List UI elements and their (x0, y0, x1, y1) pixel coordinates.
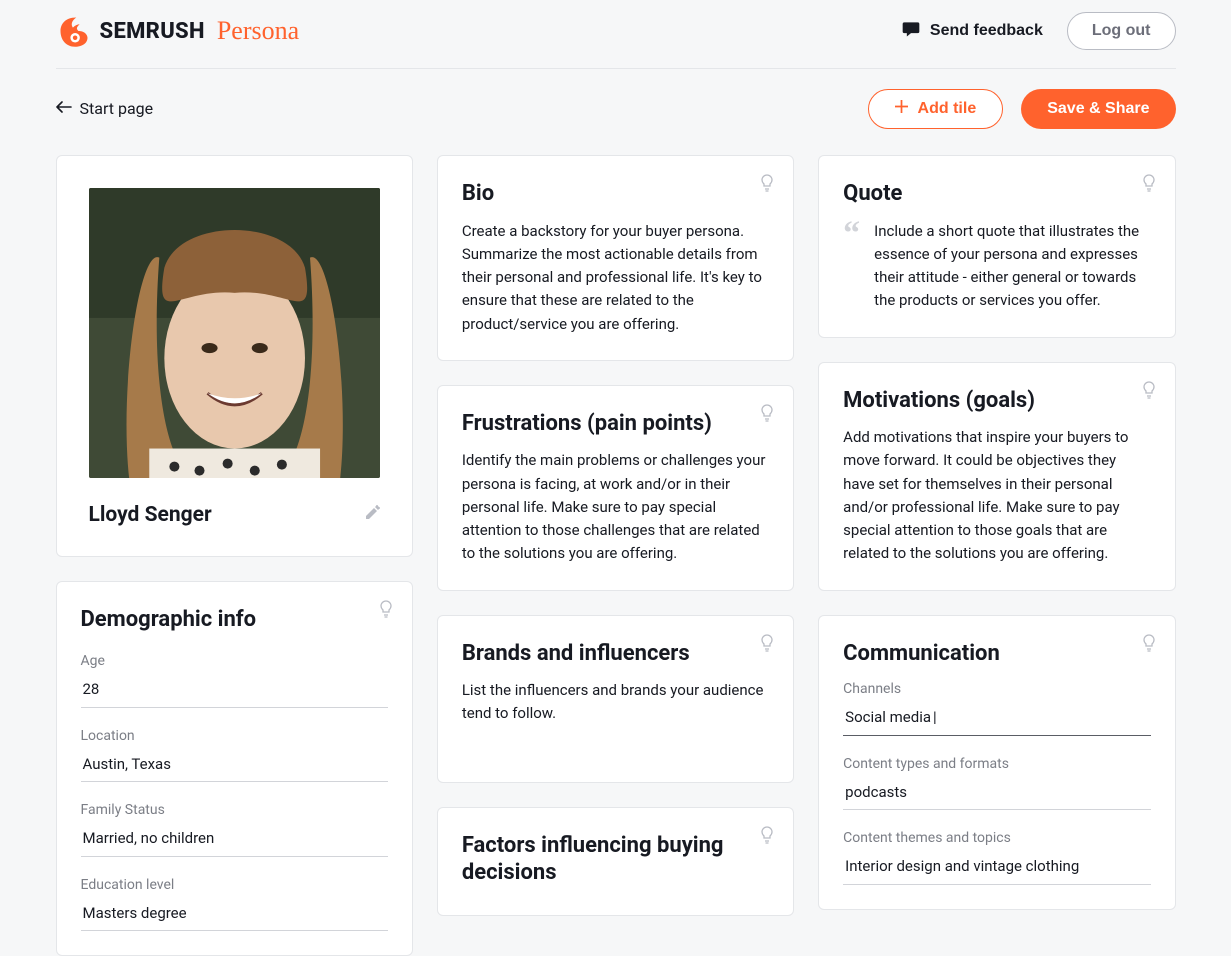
column-middle: Bio Create a backstory for your buyer pe… (437, 155, 794, 916)
content-types-field[interactable]: podcasts (843, 775, 1150, 811)
back-link-label: Start page (80, 97, 154, 121)
persona-name: Lloyd Senger (89, 500, 212, 532)
location-field[interactable]: Austin, Texas (81, 747, 388, 783)
brands-card[interactable]: Brands and influencers List the influenc… (437, 615, 794, 783)
frustrations-title: Frustrations (pain points) (462, 410, 769, 438)
factors-card[interactable]: Factors influencing buying decisions (437, 807, 794, 916)
persona-photo-card[interactable]: Lloyd Senger (56, 155, 413, 557)
back-to-start-link[interactable]: Start page (56, 97, 154, 121)
speech-bubble-icon (901, 19, 921, 44)
content-types-label: Content types and formats (843, 754, 1150, 775)
arrow-left-icon (56, 97, 72, 121)
header-actions: Send feedback Log out (901, 12, 1176, 50)
lightbulb-icon[interactable] (378, 600, 394, 618)
communication-title: Communication (843, 640, 1150, 668)
bio-card[interactable]: Bio Create a backstory for your buyer pe… (437, 155, 794, 361)
column-right: Quote “ Include a short quote that illus… (818, 155, 1175, 910)
motivations-body[interactable]: Add motivations that inspire your buyers… (843, 426, 1150, 566)
bio-body[interactable]: Create a backstory for your buyer person… (462, 220, 769, 336)
age-label: Age (81, 651, 388, 672)
quote-body[interactable]: Include a short quote that illustrates t… (874, 220, 1150, 313)
family-status-field[interactable]: Married, no children (81, 821, 388, 857)
channels-field[interactable]: Social media (843, 700, 1150, 736)
demographic-card[interactable]: Demographic info Age 28 Location Austin,… (56, 581, 413, 956)
plus-icon (895, 100, 908, 118)
frustrations-body[interactable]: Identify the main problems or challenges… (462, 449, 769, 565)
add-tile-button[interactable]: Add tile (868, 89, 1004, 129)
channels-label: Channels (843, 679, 1150, 700)
brand-product: Persona (217, 18, 299, 44)
motivations-card[interactable]: Motivations (goals) Add motivations that… (818, 362, 1175, 591)
location-label: Location (81, 726, 388, 747)
persona-photo[interactable] (89, 188, 380, 478)
factors-title: Factors influencing buying decisions (462, 832, 769, 887)
lightbulb-icon[interactable] (759, 404, 775, 422)
demographic-title: Demographic info (81, 606, 388, 634)
quote-card[interactable]: Quote “ Include a short quote that illus… (818, 155, 1175, 338)
themes-label: Content themes and topics (843, 828, 1150, 849)
quote-title: Quote (843, 180, 1150, 208)
bio-title: Bio (462, 180, 769, 208)
send-feedback-label: Send feedback (930, 22, 1043, 40)
lightbulb-icon[interactable] (1141, 174, 1157, 192)
education-field[interactable]: Masters degree (81, 896, 388, 932)
quote-mark-icon: “ (843, 220, 860, 313)
themes-field[interactable]: Interior design and vintage clothing (843, 849, 1150, 885)
brands-title: Brands and influencers (462, 640, 769, 668)
lightbulb-icon[interactable] (759, 634, 775, 652)
motivations-title: Motivations (goals) (843, 387, 1150, 415)
fire-logo-icon (56, 13, 92, 49)
logout-button[interactable]: Log out (1067, 12, 1176, 50)
tile-grid: Lloyd Senger Demographic info (56, 155, 1176, 956)
brands-body[interactable]: List the influencers and brands your aud… (462, 679, 769, 726)
save-share-button[interactable]: Save & Share (1021, 89, 1175, 129)
page-toolbar: Start page Add tile Save & Share (56, 69, 1176, 155)
lightbulb-icon[interactable] (759, 174, 775, 192)
brand-name: SEMRUSH (100, 15, 205, 48)
toolbar-right-actions: Add tile Save & Share (868, 89, 1176, 129)
lightbulb-icon[interactable] (1141, 634, 1157, 652)
pencil-icon[interactable] (364, 500, 380, 532)
send-feedback-button[interactable]: Send feedback (901, 19, 1043, 44)
app-header: SEMRUSH Persona Send feedback Log out (56, 0, 1176, 69)
communication-card[interactable]: Communication Channels Social media Cont… (818, 615, 1175, 910)
age-field[interactable]: 28 (81, 672, 388, 708)
add-tile-label: Add tile (918, 100, 977, 118)
persona-name-row: Lloyd Senger (89, 500, 380, 532)
frustrations-card[interactable]: Frustrations (pain points) Identify the … (437, 385, 794, 591)
education-label: Education level (81, 875, 388, 896)
lightbulb-icon[interactable] (759, 826, 775, 844)
brand-logo[interactable]: SEMRUSH Persona (56, 13, 300, 49)
family-status-label: Family Status (81, 800, 388, 821)
lightbulb-icon[interactable] (1141, 381, 1157, 399)
column-left: Lloyd Senger Demographic info (56, 155, 413, 956)
